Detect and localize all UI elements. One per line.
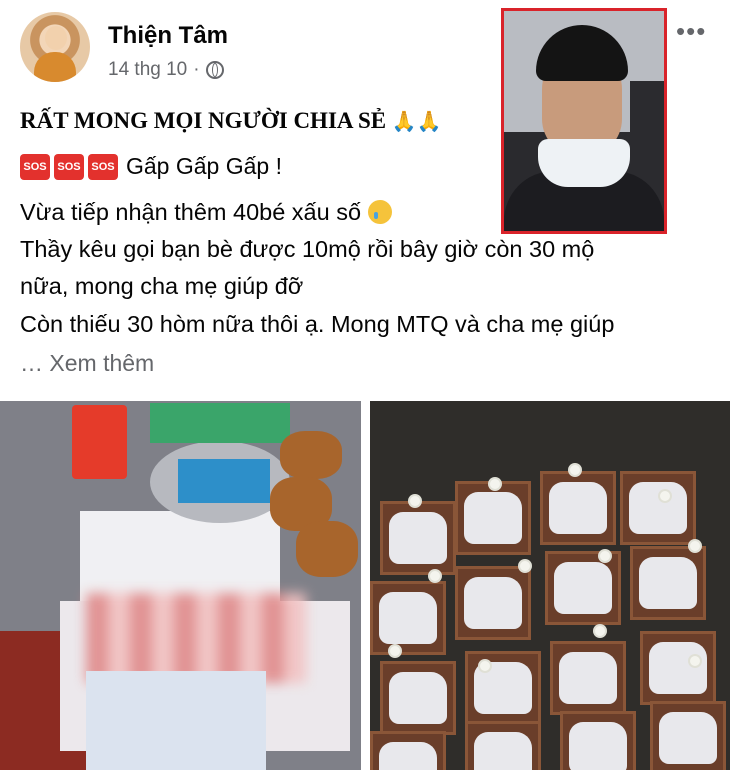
post-title-text: RẤT MONG MỌI NGƯỜI CHIA SẺ	[20, 108, 387, 133]
photo-box	[380, 661, 456, 735]
photo-box	[455, 566, 531, 640]
sos-icon: SOS	[88, 153, 118, 180]
photo-bread	[280, 431, 342, 479]
photo-flower	[595, 626, 605, 636]
photo-box	[545, 551, 621, 625]
photo-flower	[690, 541, 700, 551]
see-more-link[interactable]: … Xem thêm	[20, 350, 154, 377]
photo-box	[540, 471, 616, 545]
suspect-photo-highlight	[501, 8, 667, 234]
post-line: Thầy kêu gọi bạn bè được 10mộ rồi bây gi…	[20, 236, 595, 262]
post-line: nữa, mong cha mẹ giúp đỡ	[20, 273, 304, 299]
post-photo-coffins[interactable]	[370, 401, 730, 770]
photo-biscuit-box	[178, 459, 270, 503]
photo-flower	[660, 491, 670, 501]
photo-box	[620, 471, 696, 545]
photo-box	[455, 481, 531, 555]
photo-box	[550, 641, 626, 715]
photo-flower	[490, 479, 500, 489]
photo-box	[380, 501, 456, 575]
photo-baby-clothes	[86, 671, 266, 770]
photo-box	[560, 711, 636, 770]
photo-hair	[536, 25, 628, 81]
post-timestamp[interactable]: 14 thg 10	[108, 59, 187, 81]
photo-flower	[690, 656, 700, 666]
post-title: RẤT MONG MỌI NGƯỜI CHIA SẺ 🙏🙏	[20, 108, 442, 134]
photo-box	[370, 731, 446, 770]
crying-face-icon	[367, 200, 392, 224]
photo-snack-box	[150, 403, 290, 443]
photo-flower	[480, 661, 490, 671]
photo-flower	[430, 571, 440, 581]
avatar-face	[45, 26, 67, 50]
photo-box	[465, 721, 541, 770]
post-meta: 14 thg 10 ·	[108, 59, 224, 81]
photo-box	[465, 651, 541, 725]
photo-flower	[520, 561, 530, 571]
photo-flower	[410, 496, 420, 506]
post-line: Vừa tiếp nhận thêm 40bé xấu số	[20, 199, 392, 226]
avatar-robe	[34, 52, 76, 82]
photo-box	[630, 546, 706, 620]
photo-face-mask	[538, 139, 630, 187]
post-line: Còn thiếu 30 hòm nữa thôi ạ. Mong MTQ và…	[20, 311, 615, 337]
photo-box	[370, 581, 446, 655]
urgent-text: Gấp Gấp Gấp !	[126, 153, 282, 179]
author-avatar[interactable]	[20, 12, 90, 82]
meta-separator: ·	[193, 59, 200, 80]
photo-flower	[390, 646, 400, 656]
post-line-text: Vừa tiếp nhận thêm 40bé xấu số	[20, 199, 362, 225]
photo-snack-pack	[72, 405, 127, 479]
photo-box	[640, 631, 716, 705]
more-options-button[interactable]: •••	[676, 16, 706, 47]
sos-icon: SOS	[54, 153, 84, 180]
post-photo-offerings[interactable]	[0, 401, 361, 770]
urgent-line: SOS SOS SOS Gấp Gấp Gấp !	[20, 153, 282, 180]
photo-flower	[600, 551, 610, 561]
photo-box	[650, 701, 726, 770]
pray-emoji-icon: 🙏🙏	[391, 109, 442, 133]
photo-blurred-area	[86, 593, 306, 683]
sos-icon: SOS	[20, 153, 50, 180]
author-name[interactable]: Thiện Tâm	[108, 22, 228, 50]
photo-flower	[570, 465, 580, 475]
photo-bread	[296, 521, 358, 577]
globe-icon	[205, 61, 224, 79]
